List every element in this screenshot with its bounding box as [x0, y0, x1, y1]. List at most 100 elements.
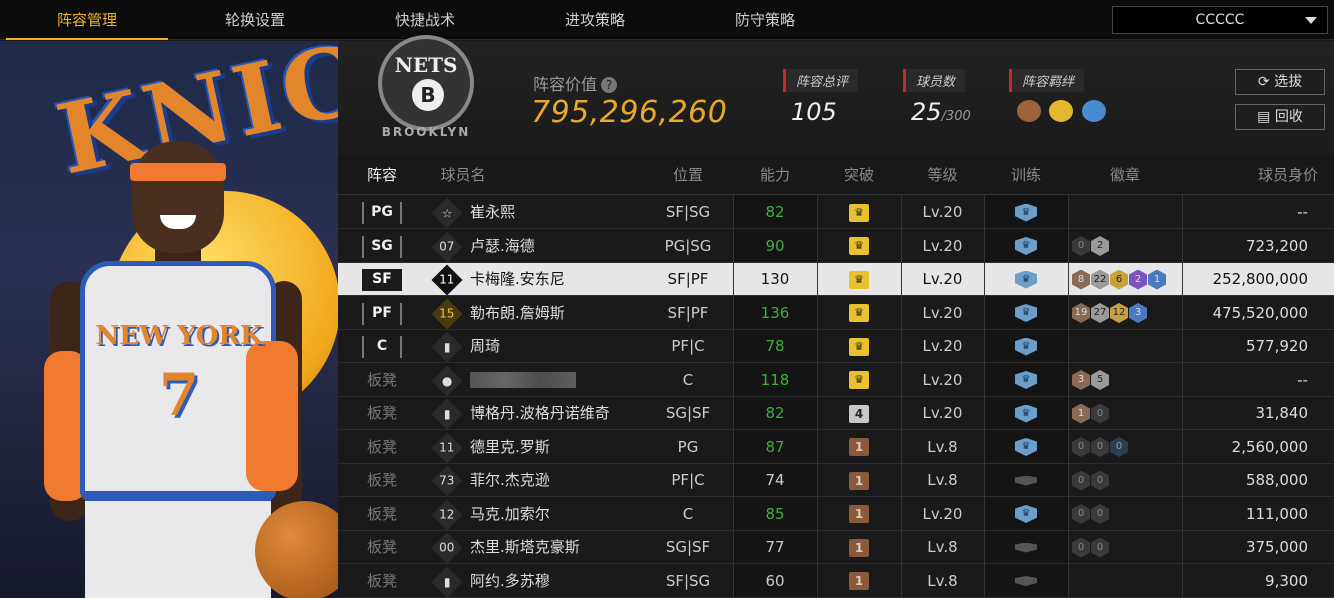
training-cell[interactable]: ♛: [984, 364, 1068, 397]
breakthrough-rank: 1: [849, 572, 869, 590]
player-name[interactable]: 马克.加索尔: [470, 498, 550, 531]
player-name[interactable]: 周琦: [470, 330, 500, 363]
breakthrough-cell[interactable]: 1: [817, 498, 901, 531]
badge-icon: 8: [1072, 269, 1090, 290]
player-worth: --: [1297, 203, 1308, 221]
table-row[interactable]: SF 11 卡梅隆.安东尼 SF|PF 130 ♛ Lv.20 ♛ 8 22 6 2 1 252,800,…: [338, 263, 1334, 296]
table-row[interactable]: 板凳 00 杰里.斯塔克豪斯 SG|SF 77 1 Lv.8 0 0 375,000: [338, 531, 1334, 564]
player-name[interactable]: 阿约.多苏穆: [470, 565, 550, 598]
training-cell[interactable]: ♛: [984, 297, 1068, 330]
training-cell[interactable]: ♛: [984, 263, 1068, 296]
tab-lineup-management[interactable]: 阵容管理: [2, 0, 172, 40]
table-row[interactable]: 板凳 12 马克.加索尔 C 85 1 Lv.20 ♛ 0 0 111,000: [338, 498, 1334, 531]
slot-label[interactable]: C: [362, 336, 402, 358]
tab-offense-strategy[interactable]: 进攻策略: [510, 0, 680, 40]
help-icon[interactable]: ?: [601, 77, 618, 93]
pick-button[interactable]: ⟳ 选拔: [1235, 69, 1325, 95]
position-cell: SF|SG: [665, 203, 711, 221]
table-row[interactable]: 板凳 ▮ 阿约.多苏穆 SF|SG 60 1 Lv.8 9,300: [338, 565, 1334, 598]
player-name[interactable]: 菲尔.杰克逊: [470, 464, 550, 497]
col-training[interactable]: 训练: [984, 155, 1068, 195]
training-cell[interactable]: ♛: [984, 397, 1068, 430]
overall-stat: 阵容总评 105: [783, 69, 859, 126]
slot-label[interactable]: PF: [362, 302, 402, 325]
refresh-icon: ⟳: [1257, 74, 1275, 90]
breakthrough-cell[interactable]: 1: [817, 565, 901, 598]
breakthrough-cell[interactable]: ♛: [817, 263, 901, 296]
breakthrough-cell[interactable]: ♛: [817, 196, 901, 229]
jersey-number-icon: ▮: [431, 565, 463, 598]
bench-label: 板凳: [366, 471, 397, 489]
col-worth[interactable]: 球员身价: [1218, 155, 1318, 195]
recycle-button[interactable]: ▤ 回收: [1235, 104, 1325, 130]
training-icon: ♛: [1015, 337, 1037, 356]
table-row[interactable]: PF 15 勒布朗.詹姆斯 SF|PF 136 ♛ Lv.20 ♛ 19 27 12 3 475,520…: [338, 297, 1334, 330]
breakthrough-cell[interactable]: 1: [817, 431, 901, 464]
player-name[interactable]: 德里克.罗斯: [470, 431, 550, 464]
breakthrough-cell[interactable]: ♛: [817, 330, 901, 363]
ability-cell: 90: [765, 236, 785, 255]
bond-icon-gold: [1049, 100, 1074, 122]
breakthrough-cell[interactable]: 4: [817, 397, 901, 430]
jersey-number-text: ▮: [443, 406, 451, 421]
jersey-number-text: 11: [439, 440, 455, 455]
training-cell[interactable]: ♛: [984, 196, 1068, 229]
position-cell: SF|PF: [667, 303, 709, 322]
ability-cell: 60: [765, 571, 785, 590]
column-divider: [1182, 195, 1183, 598]
team-select-value: CCCCC: [1195, 12, 1245, 28]
player-name[interactable]: 博格丹.波格丹诺维奇: [470, 397, 610, 430]
player-name[interactable]: 勒布朗.詹姆斯: [470, 297, 565, 330]
training-cell[interactable]: ♛: [984, 498, 1068, 531]
training-cell[interactable]: ♛: [984, 431, 1068, 464]
jersey-number-text: 11: [439, 273, 455, 287]
breakthrough-cell[interactable]: ♛: [817, 230, 901, 263]
column-divider: [1068, 195, 1069, 598]
player-name[interactable]: [470, 364, 576, 397]
table-row[interactable]: C ▮ 周琦 PF|C 78 ♛ Lv.20 ♛ 577,920: [338, 330, 1334, 363]
col-badges[interactable]: 徽章: [1068, 155, 1182, 195]
player-name[interactable]: 杰里.斯塔克豪斯: [470, 531, 580, 564]
ability-cell: 85: [765, 504, 785, 523]
training-cell[interactable]: [984, 531, 1068, 564]
col-position[interactable]: 位置: [648, 155, 728, 195]
training-cell[interactable]: ♛: [984, 330, 1068, 363]
recycle-button-label: 回收: [1274, 109, 1303, 125]
breakthrough-cell[interactable]: 1: [817, 531, 901, 564]
team-select[interactable]: CCCCC: [1112, 6, 1328, 34]
table-row[interactable]: PG ☆ 崔永熙 SF|SG 82 ♛ Lv.20 ♛ --: [338, 196, 1334, 229]
training-cell[interactable]: ♛: [984, 230, 1068, 263]
breakthrough-cell[interactable]: ♛: [817, 297, 901, 330]
col-level[interactable]: 等级: [901, 155, 984, 195]
table-row[interactable]: SG 07 卢瑟.海德 PG|SG 90 ♛ Lv.20 ♛ 0 2 723,200: [338, 230, 1334, 263]
breakthrough-cell[interactable]: 1: [817, 464, 901, 497]
player-name[interactable]: 卢瑟.海德: [470, 230, 535, 263]
slot-label[interactable]: SG: [362, 235, 402, 258]
col-ability[interactable]: 能力: [733, 155, 817, 195]
tab-quick-tactics[interactable]: 快捷战术: [340, 0, 510, 40]
lineup-value-label: 阵容价值?: [533, 71, 618, 95]
col-lineup[interactable]: 阵容: [352, 155, 412, 195]
position-cell: SF|SG: [665, 571, 711, 590]
slot-label[interactable]: SF: [362, 269, 402, 291]
tab-defense-strategy[interactable]: 防守策略: [680, 0, 850, 40]
table-row[interactable]: 板凳 73 菲尔.杰克逊 PF|C 74 1 Lv.8 0 0 588,000: [338, 464, 1334, 497]
position-cell: PF|C: [671, 337, 705, 355]
player-name[interactable]: 卡梅隆.安东尼: [470, 263, 565, 296]
col-breakthrough[interactable]: 突破: [817, 155, 901, 195]
breakthrough-cell[interactable]: ♛: [817, 364, 901, 397]
table-row[interactable]: 板凳 11 德里克.罗斯 PG 87 1 Lv.8 ♛ 0 0 0 2,560,000: [338, 431, 1334, 464]
training-cell[interactable]: [984, 464, 1068, 497]
player-name[interactable]: 崔永熙: [470, 196, 515, 229]
bonds-icons[interactable]: [1009, 100, 1106, 127]
jersey-number-icon: 00: [431, 532, 463, 564]
recycle-icon: ▤: [1257, 109, 1275, 125]
player-count-label: 球员数: [903, 69, 966, 92]
badge-icon: 1: [1072, 403, 1090, 424]
table-row[interactable]: 板凳 ● C 118 ♛ Lv.20 ♛ 3 5 --: [338, 364, 1334, 397]
tab-rotation-settings[interactable]: 轮换设置: [170, 0, 340, 40]
slot-label[interactable]: PG: [362, 202, 402, 224]
col-player-name[interactable]: 球员名: [438, 155, 488, 195]
training-cell[interactable]: [984, 565, 1068, 598]
table-row[interactable]: 板凳 ▮ 博格丹.波格丹诺维奇 SG|SF 82 4 Lv.20 ♛ 1 0 31,840: [338, 397, 1334, 430]
